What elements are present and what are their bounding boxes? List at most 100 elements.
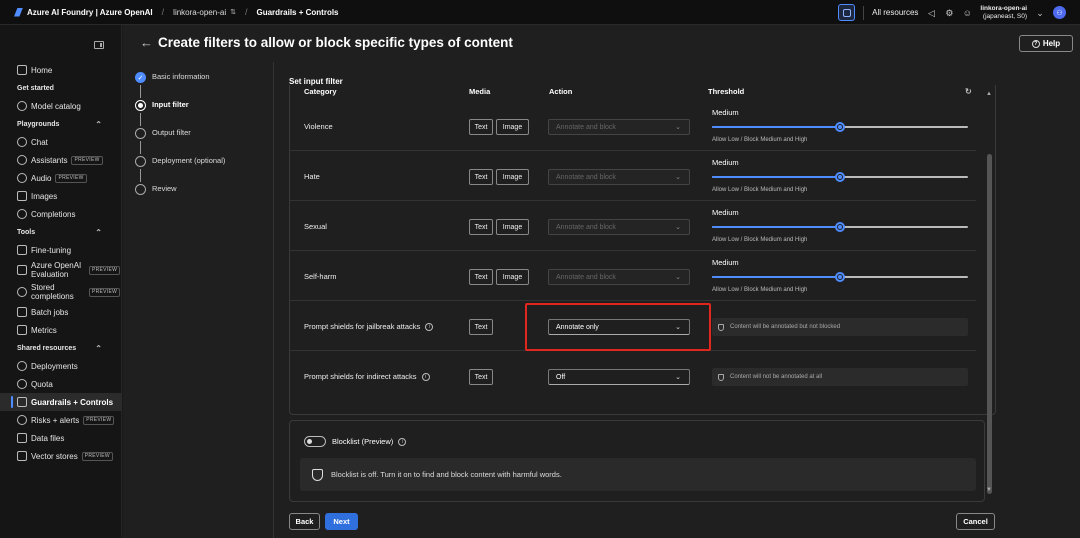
smiley-icon[interactable]: ☺ [962, 8, 972, 18]
media-text-button[interactable]: Text [469, 219, 493, 235]
slider-thumb[interactable] [835, 272, 845, 282]
sidebar-item-data-files[interactable]: Data files [0, 429, 122, 447]
slider-thumb[interactable] [835, 122, 845, 132]
sidebar-item-vector-stores[interactable]: Vector stores PREVIEW [0, 447, 122, 465]
collapse-sidebar-icon[interactable] [94, 41, 104, 49]
sidebar-item-deployments[interactable]: Deployments [0, 357, 122, 375]
media-text-button[interactable]: Text [469, 319, 493, 335]
back-button[interactable]: Back [289, 513, 320, 530]
sidebar-item-home[interactable]: Home [0, 61, 122, 79]
chevron-down-icon: ⌄ [675, 224, 681, 231]
audio-icon [17, 173, 27, 183]
sidebar-item-completions[interactable]: Completions [0, 205, 122, 223]
sidebar-item-fine-tuning[interactable]: Fine-tuning [0, 241, 122, 259]
media-text-button[interactable]: Text [469, 369, 493, 385]
step-input-filter[interactable]: Input filter [135, 100, 265, 128]
sidebar-item-guardrails[interactable]: Guardrails + Controls [0, 393, 122, 411]
next-button[interactable]: Next [325, 513, 358, 530]
azure-logo-icon [14, 7, 23, 17]
action-select[interactable]: Annotate and block ⌄ [548, 219, 690, 235]
sidebar-item-label: Completions [31, 209, 76, 219]
note-text: Content will be annotated but not blocke… [730, 324, 841, 330]
slider-thumb[interactable] [835, 172, 845, 182]
scroll-down-icon[interactable]: ▼ [986, 487, 992, 493]
completions-icon [17, 209, 27, 219]
step-review[interactable]: Review [135, 184, 265, 212]
action-value: Annotate and block [556, 123, 616, 131]
scrollbar-thumb[interactable] [987, 154, 992, 494]
cancel-button[interactable]: Cancel [956, 513, 995, 530]
threshold-slider[interactable] [712, 222, 968, 232]
sidebar-item-quota[interactable]: Quota [0, 375, 122, 393]
help-button[interactable]: ? Help [1019, 35, 1073, 52]
shield-icon [718, 323, 724, 331]
metrics-icon [17, 325, 27, 335]
threshold-slider[interactable] [712, 122, 968, 132]
gear-icon[interactable]: ⚙ [944, 8, 954, 18]
copilot-button[interactable] [838, 4, 856, 21]
sidebar-item-images[interactable]: Images [0, 187, 122, 205]
vertical-scrollbar[interactable]: ▲ ▼ [985, 87, 993, 497]
sidebar-item-risks-alerts[interactable]: Risks + alerts PREVIEW [0, 411, 122, 429]
table-row-violence: Violence Text Image Annotate and block ⌄ … [290, 101, 976, 151]
media-image-button[interactable]: Image [496, 219, 529, 235]
table-row-indirect: Prompt shields for indirect attacks i Tex… [290, 351, 976, 401]
media-text-button[interactable]: Text [469, 269, 493, 285]
info-icon[interactable]: i [421, 372, 430, 381]
avatar[interactable]: ⚇ [1053, 6, 1066, 19]
page-title: Create filters to allow or block specifi… [158, 35, 513, 50]
threshold-description: Allow Low / Block Medium and High [712, 137, 808, 143]
step-label: Input filter [152, 100, 189, 109]
sidebar-item-label: Vector stores [31, 451, 78, 461]
media-text-button[interactable]: Text [469, 119, 493, 135]
sidebar-item-batch-jobs[interactable]: Batch jobs [0, 303, 122, 321]
slider-thumb[interactable] [835, 222, 845, 232]
scroll-up-icon[interactable]: ▲ [986, 91, 992, 97]
sidebar-item-chat[interactable]: Chat [0, 133, 122, 151]
sidebar-item-assistants[interactable]: Assistants PREVIEW [0, 151, 122, 169]
step-basic-information[interactable]: ✓ Basic information [135, 72, 265, 100]
step-deployment[interactable]: Deployment (optional) [135, 156, 265, 184]
action-select[interactable]: Off ⌄ [548, 369, 690, 385]
threshold-slider[interactable] [712, 172, 968, 182]
step-connector [140, 169, 141, 182]
media-image-button[interactable]: Image [496, 269, 529, 285]
sidebar-item-metrics[interactable]: Metrics [0, 321, 122, 339]
media-text-button[interactable]: Text [469, 169, 493, 185]
breadcrumb-separator: / [161, 7, 165, 17]
blocklist-panel: Blocklist (Preview) i Blocklist is off. T… [289, 420, 985, 502]
media-image-button[interactable]: Image [496, 169, 529, 185]
section-shared-resources[interactable]: Shared resources ⌃ [0, 339, 122, 357]
sidebar-item-evaluation[interactable]: Azure OpenAI Evaluation PREVIEW [0, 259, 122, 281]
blocklist-toggle[interactable] [304, 436, 326, 447]
sidebar-item-label: Quota [31, 379, 53, 389]
info-icon[interactable]: i [398, 437, 407, 446]
section-tools[interactable]: Tools ⌃ [0, 223, 122, 241]
step-output-filter[interactable]: Output filter [135, 128, 265, 156]
megaphone-icon[interactable]: ◁ [926, 8, 936, 18]
sidebar-item-audio[interactable]: Audio PREVIEW [0, 169, 122, 187]
breadcrumb-project[interactable]: linkora-open-ai ⇅ [173, 8, 236, 17]
all-resources-link[interactable]: All resources [872, 8, 918, 17]
back-arrow-icon[interactable]: ← [140, 35, 153, 50]
media-image-button[interactable]: Image [496, 119, 529, 135]
sidebar-item-model-catalog[interactable]: Model catalog [0, 97, 122, 115]
sidebar-item-stored-completions[interactable]: Stored completions PREVIEW [0, 281, 122, 303]
info-icon[interactable]: i [425, 322, 434, 331]
chevron-down-icon[interactable]: ⌄ [1035, 8, 1045, 18]
project-name: linkora-open-ai [173, 7, 227, 17]
annotation-note: Content will not be annotated at all [712, 368, 968, 386]
sidebar-item-label: Stored completions [31, 283, 74, 301]
action-select[interactable]: Annotate and block ⌄ [548, 269, 690, 285]
action-select[interactable]: Annotate and block ⌄ [548, 119, 690, 135]
brand[interactable]: Azure AI Foundry | Azure OpenAI [0, 7, 153, 17]
action-select[interactable]: Annotate and block ⌄ [548, 169, 690, 185]
table-row-sexual: Sexual Text Image Annotate and block ⌄ Me… [290, 201, 976, 251]
breadcrumb-page[interactable]: Guardrails + Controls [256, 8, 338, 17]
section-playgrounds[interactable]: Playgrounds ⌃ [0, 115, 122, 133]
sidebar-item-label: Azure OpenAI Evaluation [31, 261, 82, 279]
threshold-slider[interactable] [712, 272, 968, 282]
home-icon [17, 65, 27, 75]
reset-icon[interactable]: ↻ [965, 87, 972, 96]
account-info[interactable]: linkora-open-ai (japaneast, S0) [980, 5, 1027, 21]
